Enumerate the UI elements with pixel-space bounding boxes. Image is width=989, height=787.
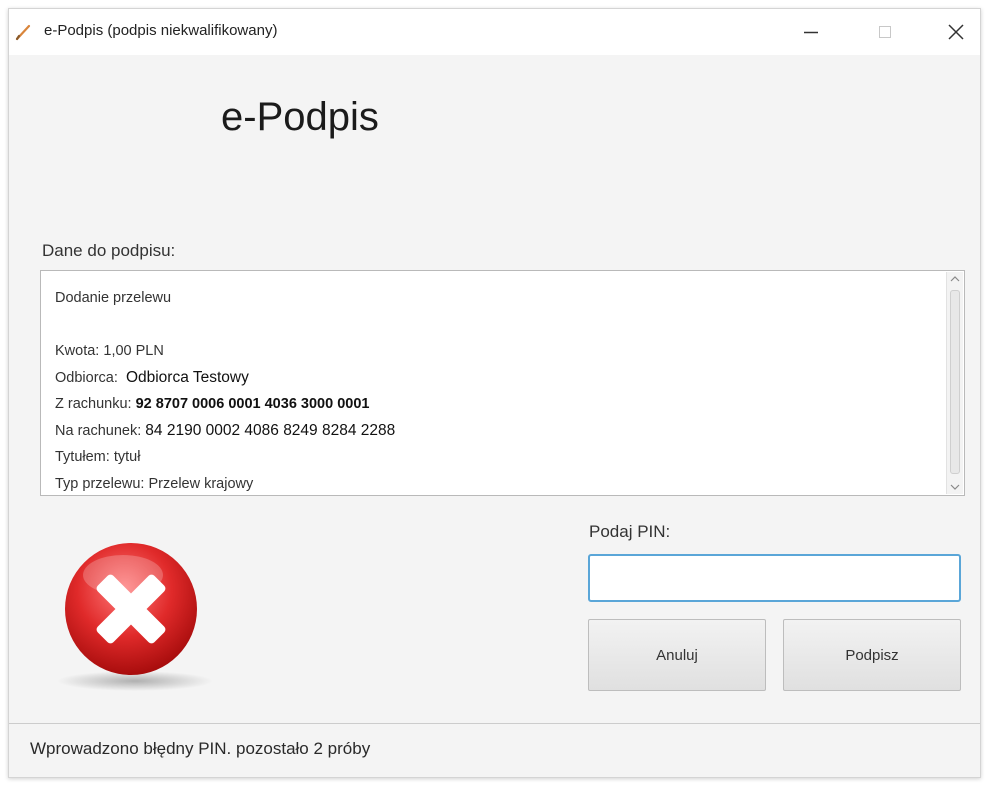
type-value: Przelew krajowy xyxy=(148,475,254,492)
scroll-up-arrow[interactable] xyxy=(947,272,963,286)
from-account-label: Z rachunku: xyxy=(55,396,132,412)
amount-label: Kwota: xyxy=(55,343,100,359)
amount-value: 1,00 PLN xyxy=(103,343,164,359)
error-cross-icon xyxy=(53,539,213,699)
sign-data-textarea[interactable]: Dodanie przelewu Kwota: 1,00 PLN Odbiorc… xyxy=(40,270,965,496)
scroll-thumb[interactable] xyxy=(950,290,960,474)
page-title: e-Podpis xyxy=(221,95,379,139)
pin-input[interactable] xyxy=(588,554,961,602)
status-message: Wprowadzono błędny PIN. pozostało 2 prób… xyxy=(30,739,371,758)
type-row: Typ przelewu: Przelew krajowy xyxy=(55,471,940,496)
minimize-button[interactable] xyxy=(785,9,837,55)
amount-row: Kwota: 1,00 PLN xyxy=(55,338,940,365)
title-bar[interactable]: e-Podpis (podpis niekwalifikowany) xyxy=(9,9,980,55)
window-title: e-Podpis (podpis niekwalifikowany) xyxy=(44,22,278,39)
maximize-button[interactable] xyxy=(859,9,911,55)
scroll-down-arrow[interactable] xyxy=(947,480,963,494)
from-account-value: 92 8707 0006 0001 4036 3000 0001 xyxy=(135,396,370,412)
cancel-button[interactable]: Anuluj xyxy=(588,619,766,691)
pin-label: Podaj PIN: xyxy=(589,522,671,541)
vertical-scrollbar[interactable] xyxy=(946,272,963,494)
chevron-up-icon xyxy=(950,276,960,282)
operation-text: Dodanie przelewu xyxy=(55,290,172,306)
minimize-icon xyxy=(804,31,818,34)
type-label: Typ przelewu: xyxy=(55,475,145,492)
blank-row xyxy=(55,312,940,339)
sign-button[interactable]: Podpisz xyxy=(783,619,961,691)
close-icon xyxy=(948,24,964,40)
chevron-down-icon xyxy=(950,484,960,490)
from-account-row: Z rachunku: 92 8707 0006 0001 4036 3000 … xyxy=(55,391,940,418)
recipient-row: Odbiorca: Odbiorca Testowy xyxy=(55,365,940,392)
pen-icon xyxy=(15,23,33,41)
to-account-row: Na rachunek: 84 2190 0002 4086 8249 8284… xyxy=(55,418,940,445)
status-separator xyxy=(9,723,980,724)
recipient-value: Odbiorca Testowy xyxy=(125,368,249,386)
sign-data-content: Dodanie przelewu Kwota: 1,00 PLN Odbiorc… xyxy=(55,285,940,496)
to-account-value: 84 2190 0002 4086 8249 8284 2288 xyxy=(145,421,396,439)
title-row: Tytułem: tytuł xyxy=(55,444,940,471)
title-value: tytuł xyxy=(113,449,141,465)
maximize-icon xyxy=(879,26,891,38)
recipient-label: Odbiorca: xyxy=(55,369,118,386)
close-button[interactable] xyxy=(930,9,982,55)
to-account-label: Na rachunek: xyxy=(55,422,142,439)
epodpis-window: e-Podpis (podpis niekwalifikowany) e-Pod… xyxy=(8,8,981,778)
operation-row: Dodanie przelewu xyxy=(55,285,940,312)
title-label: Tytułem: xyxy=(55,449,110,465)
sign-data-label: Dane do podpisu: xyxy=(42,241,176,260)
